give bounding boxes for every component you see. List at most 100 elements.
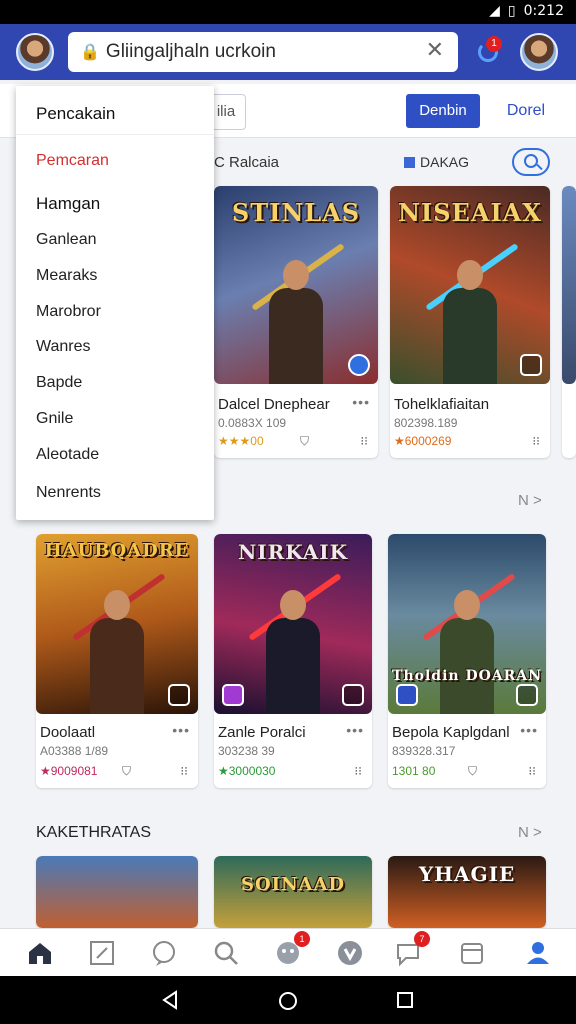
game-rating: 1301 80 — [392, 764, 436, 778]
nav-badge: 1 — [294, 931, 310, 947]
filter-tag-label: DAKAG — [420, 154, 470, 170]
game-name: Zanle Poralci — [218, 724, 306, 741]
game-card[interactable]: SOINAAD — [214, 856, 372, 928]
game-art: YHAGIE — [388, 856, 546, 928]
dropdown-item[interactable]: Wanres — [36, 338, 91, 356]
games-icon[interactable]: 1 — [272, 931, 310, 969]
game-rating: ★9009081 — [40, 764, 98, 778]
primary-filter-button[interactable]: Denbin — [406, 94, 480, 128]
shield-icon[interactable] — [334, 937, 366, 969]
nav-badge: 7 — [414, 931, 430, 947]
hero-figure-icon — [422, 572, 516, 714]
game-art-title: HAUBQADRE — [44, 540, 190, 561]
search-icon[interactable] — [512, 148, 550, 176]
system-navigation — [0, 976, 576, 1024]
edit-icon[interactable] — [86, 937, 118, 969]
grid-icon[interactable]: ⁝⁝ — [354, 764, 362, 778]
grid-icon[interactable]: ⁝⁝ — [180, 764, 188, 778]
game-card[interactable] — [36, 856, 198, 928]
game-card[interactable]: NISEAIAX Tohelklafiaitan 802398.189 ★600… — [390, 186, 550, 458]
back-icon[interactable] — [160, 990, 180, 1010]
dropdown-item[interactable]: Marobror — [36, 303, 101, 321]
category-dropdown-menu: Pencakain Pemcaran Hamgan Ganlean Mearak… — [16, 86, 214, 520]
profile-icon[interactable] — [522, 937, 554, 969]
search-icon[interactable] — [210, 937, 242, 969]
clock-text: 0:212 — [523, 3, 564, 19]
game-meta: 802398.189 — [394, 416, 458, 430]
game-card[interactable]: Tholdin DOARAN Bepola Kaplgdanl ••• 8393… — [388, 534, 546, 788]
app-icon — [222, 684, 244, 706]
shield-icon: ⛉ — [300, 434, 310, 448]
dropdown-item[interactable]: Mearaks — [36, 267, 97, 285]
home-button-icon[interactable] — [277, 990, 299, 1012]
lock-icon: 🔒 — [80, 44, 100, 61]
secondary-filter-button[interactable]: Dorel — [496, 94, 556, 128]
dropdown-item[interactable]: Pemcaran — [36, 152, 109, 170]
game-art: Tholdin DOARAN — [388, 534, 546, 714]
address-bar[interactable]: 🔒 Gliingaljhaln ucrkoin ✕ — [68, 32, 458, 72]
hero-figure-icon — [72, 572, 166, 714]
profile-avatar[interactable] — [520, 33, 558, 71]
verified-icon — [348, 354, 370, 376]
more-options-icon[interactable]: ••• — [520, 722, 538, 738]
dropdown-item[interactable]: Hamgan — [36, 194, 100, 214]
home-icon[interactable] — [24, 937, 56, 969]
grid-icon[interactable]: ⁝⁝ — [532, 434, 540, 448]
game-card-partial[interactable] — [562, 186, 576, 458]
hero-figure-icon — [251, 242, 345, 384]
more-options-icon[interactable]: ••• — [352, 394, 370, 410]
app-avatar-icon[interactable] — [16, 33, 54, 71]
notification-button[interactable]: 1 — [474, 34, 508, 68]
top-bar: 🔒 Gliingaljhaln ucrkoin ✕ 1 — [0, 24, 576, 80]
grid-icon[interactable]: ⁝⁝ — [528, 764, 536, 778]
hero-figure-icon — [248, 572, 342, 714]
game-art — [562, 186, 576, 384]
dropdown-item[interactable]: Aleotade — [36, 446, 99, 464]
dropdown-item[interactable]: Gnile — [36, 410, 73, 428]
game-rating: ★3000030 — [218, 764, 276, 778]
game-card[interactable]: NIRKAIK Zanle Poralci ••• 303238 39 ★300… — [214, 534, 372, 788]
game-art-title: Tholdin DOARAN — [392, 668, 542, 684]
expand-icon — [342, 684, 364, 706]
game-meta: 0.0883X 109 — [218, 416, 287, 430]
game-name: Dalcel Dnephear — [218, 396, 330, 413]
clear-icon[interactable]: ✕ — [426, 38, 444, 63]
game-art-title: SOINAAD — [240, 874, 346, 895]
dropdown-item[interactable]: Nenrents — [36, 484, 101, 502]
game-name: Bepola Kaplgdanl — [392, 724, 510, 741]
signal-icon: ◢ — [489, 3, 500, 19]
game-name: Doolaatl — [40, 724, 96, 741]
game-art-title: STINLAS — [231, 198, 361, 227]
game-meta: A03388 1/89 — [40, 744, 109, 758]
game-card[interactable]: STINLAS Dalcel Dnephear ••• 0.0883X 109 … — [214, 186, 378, 458]
bottom-navigation: 1 7 — [0, 928, 576, 976]
section-title-3: KAKETHRATAS — [36, 824, 151, 841]
more-options-icon[interactable]: ••• — [346, 722, 364, 738]
section-title-1: C Ralcaia — [214, 154, 280, 171]
dropdown-item[interactable]: Ganlean — [36, 231, 97, 249]
grid-icon[interactable]: ⁝⁝ — [360, 434, 368, 448]
url-text: Gliingaljhaln ucrkoin — [105, 41, 276, 62]
game-rating: ★6000269 — [394, 434, 452, 448]
game-meta: 303238 39 — [218, 744, 275, 758]
dropdown-item[interactable]: Bapde — [36, 374, 82, 392]
see-more-link[interactable]: N > — [518, 824, 542, 841]
filter-square-icon — [404, 157, 415, 168]
messages-icon[interactable]: 7 — [392, 931, 430, 969]
game-art — [36, 856, 198, 928]
status-bar: ◢ ▯ 0:212 — [0, 0, 576, 24]
notification-badge: 1 — [486, 36, 502, 52]
filter-tag[interactable]: DAKAG — [404, 154, 469, 170]
game-art-title: NIRKAIK — [237, 540, 349, 564]
chat-icon[interactable] — [148, 937, 180, 969]
game-card[interactable]: HAUBQADRE Doolaatl ••• A03388 1/89 ★9009… — [36, 534, 198, 788]
recents-icon[interactable] — [396, 991, 414, 1009]
game-card[interactable]: YHAGIE — [388, 856, 546, 928]
game-art: NIRKAIK — [214, 534, 372, 714]
store-icon[interactable] — [456, 937, 488, 969]
game-art-title: NISEAIAX — [398, 198, 542, 227]
more-options-icon[interactable]: ••• — [172, 722, 190, 738]
hero-figure-icon — [425, 242, 519, 384]
see-more-link[interactable]: N > — [518, 492, 542, 509]
expand-icon — [516, 684, 538, 706]
